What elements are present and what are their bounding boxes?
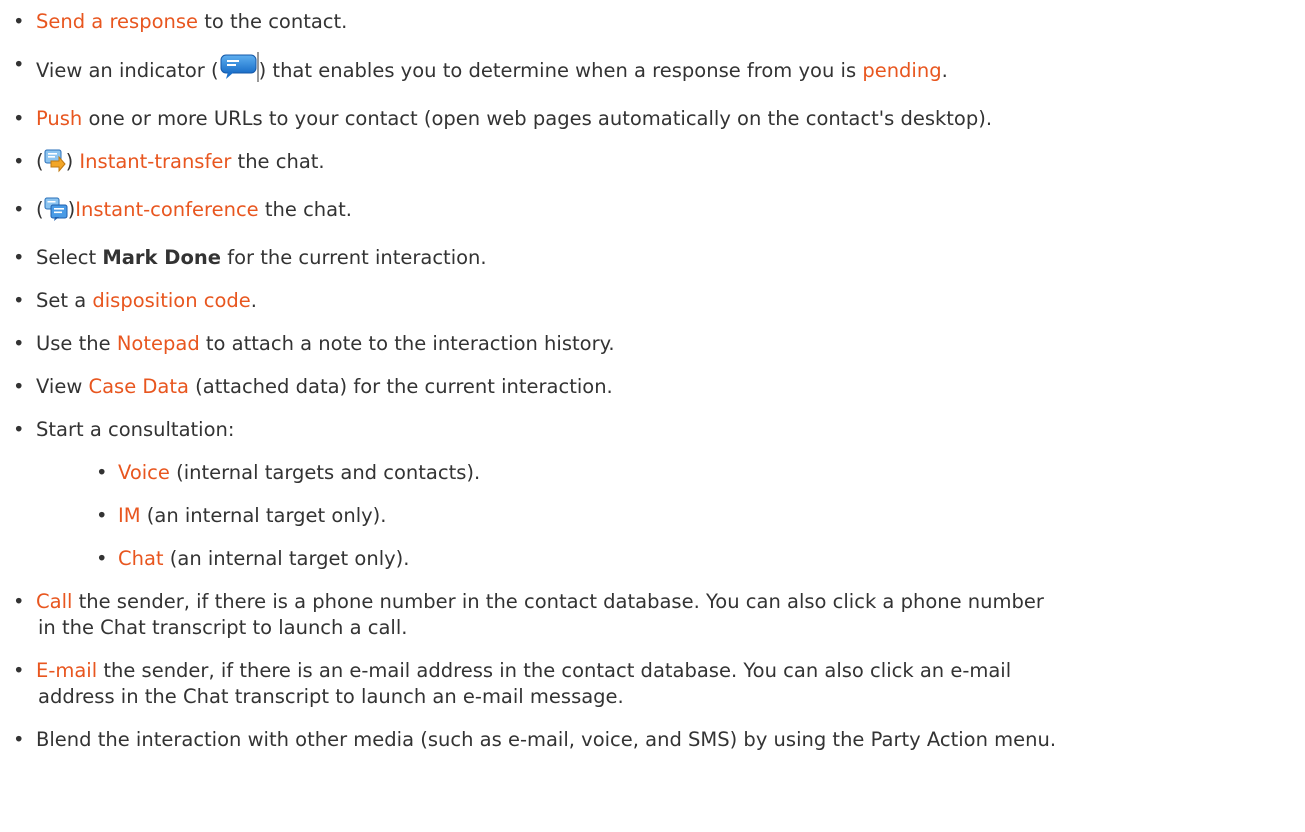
transfer-paren-open: ( xyxy=(36,150,44,173)
casedata-text: (attached data) for the current interact… xyxy=(188,375,613,398)
call-link[interactable]: Call xyxy=(36,590,72,613)
casedata-text-pre: View xyxy=(36,375,89,398)
mark-done-label: Mark Done xyxy=(102,246,221,269)
voice-text: (internal targets and contacts). xyxy=(169,461,481,484)
markdone-text-pre: Select xyxy=(36,246,103,269)
chat-text: (an internal target only). xyxy=(163,547,410,570)
indicator-text-end: . xyxy=(941,59,948,82)
list-item-mark-done: Select Mark Done for the current interac… xyxy=(0,245,1305,271)
indicator-text-post: ) that enables you to determine when a r… xyxy=(258,59,863,82)
consultation-text: Start a consultation: xyxy=(36,418,235,441)
im-link[interactable]: IM xyxy=(118,504,141,527)
push-link[interactable]: Push xyxy=(36,107,82,130)
list-item-consultation: Start a consultation: Voice (internal ta… xyxy=(0,417,1305,572)
list-item-send-response: Send a response to the contact. xyxy=(0,9,1305,35)
sublist-item-im: IM (an internal target only). xyxy=(70,503,1305,529)
list-item-blend: Blend the interaction with other media (… xyxy=(0,727,1305,753)
push-text: one or more URLs to your contact (open w… xyxy=(82,107,993,130)
sublist-item-voice: Voice (internal targets and contacts). xyxy=(70,460,1305,486)
notepad-text: to attach a note to the interaction hist… xyxy=(199,332,615,355)
notepad-text-pre: Use the xyxy=(36,332,117,355)
conference-text: the chat. xyxy=(258,198,352,221)
transfer-text: the chat. xyxy=(231,150,325,173)
instant-conference-link[interactable]: Instant-conference xyxy=(75,198,258,221)
chat-link[interactable]: Chat xyxy=(118,547,164,570)
conference-paren-open: ( xyxy=(36,198,44,221)
feature-list: Send a response to the contact. View an … xyxy=(0,0,1305,753)
list-item-push-url: Push one or more URLs to your contact (o… xyxy=(0,106,1305,132)
email-link[interactable]: E-mail xyxy=(36,659,97,682)
im-text: (an internal target only). xyxy=(140,504,387,527)
markdone-text: for the current interaction. xyxy=(221,246,487,269)
sublist-item-chat: Chat (an internal target only). xyxy=(70,546,1305,572)
email-text-line2: address in the Chat transcript to launch… xyxy=(38,685,624,708)
instant-transfer-icon xyxy=(44,149,66,180)
list-item-call: Call the sender, if there is a phone num… xyxy=(0,589,1298,641)
list-item-instant-conference: ()Instant-conference the chat. xyxy=(0,197,1305,228)
transfer-paren-close: ) xyxy=(65,150,80,173)
email-text-line1: the sender, if there is an e-mail addres… xyxy=(97,659,1012,682)
call-text-line1: the sender, if there is a phone number i… xyxy=(72,590,1044,613)
consultation-sublist: Voice (internal targets and contacts). I… xyxy=(36,460,1305,572)
chat-pending-indicator-icon xyxy=(219,52,259,89)
instant-conference-icon xyxy=(44,197,68,228)
blend-text: Blend the interaction with other media (… xyxy=(36,728,1057,751)
list-item-instant-transfer: () Instant-transfer the chat. xyxy=(0,149,1305,180)
disposition-code-link[interactable]: disposition code xyxy=(92,289,250,312)
indicator-text-pre: View an indicator ( xyxy=(36,59,219,82)
list-item-notepad: Use the Notepad to attach a note to the … xyxy=(0,331,1305,357)
call-text-line2: in the Chat transcript to launch a call. xyxy=(38,616,408,639)
list-item-pending-indicator: View an indicator ( ) that enables you to… xyxy=(0,52,1305,89)
notepad-link[interactable]: Notepad xyxy=(117,332,200,355)
disposition-text-pre: Set a xyxy=(36,289,93,312)
disposition-text: . xyxy=(250,289,257,312)
list-item-email: E-mail the sender, if there is an e-mail… xyxy=(0,658,1298,710)
pending-link[interactable]: pending xyxy=(862,59,941,82)
list-item-case-data: View Case Data (attached data) for the c… xyxy=(0,374,1305,400)
send-response-text: to the contact. xyxy=(198,10,348,33)
case-data-link[interactable]: Case Data xyxy=(88,375,188,398)
voice-link[interactable]: Voice xyxy=(118,461,170,484)
list-item-disposition: Set a disposition code. xyxy=(0,288,1305,314)
send-response-link[interactable]: Send a response xyxy=(36,10,198,33)
instant-transfer-link[interactable]: Instant-transfer xyxy=(79,150,231,173)
